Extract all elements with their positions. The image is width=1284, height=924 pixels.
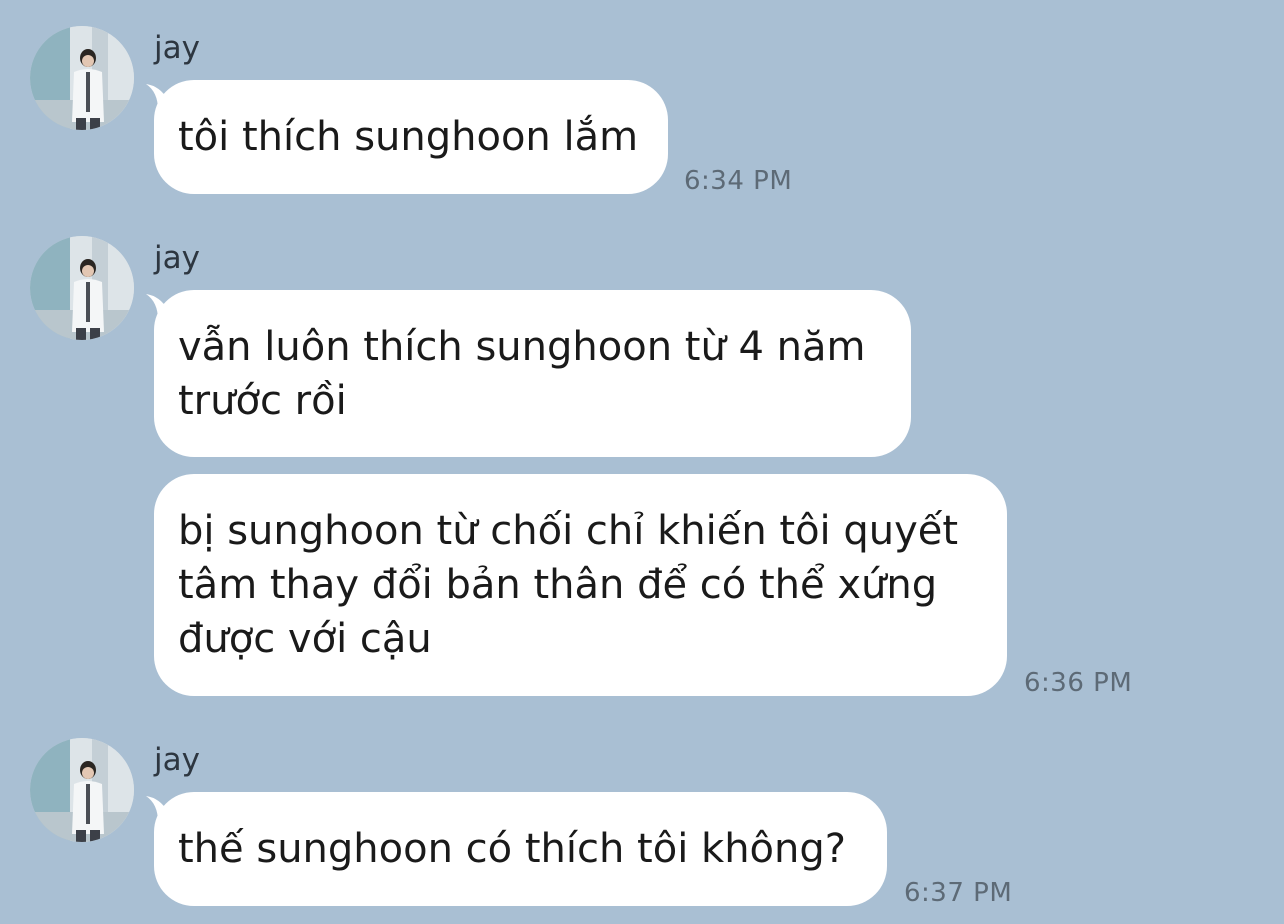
message-text: vẫn luôn thích sunghoon từ 4 năm trước r… [178,323,866,424]
message-bubble[interactable]: vẫn luôn thích sunghoon từ 4 năm trước r… [154,290,911,457]
message-text: tôi thích sunghoon lắm [178,114,639,160]
timestamp: 6:34 PM [684,166,793,196]
profile-photo-icon[interactable] [30,236,134,340]
sender-name: jay [154,742,200,778]
message-bubble[interactable]: thế sunghoon có thích tôi không? [154,792,887,906]
sender-name: jay [154,240,200,276]
timestamp: 6:37 PM [904,878,1013,908]
message-text: thế sunghoon có thích tôi không? [178,826,846,872]
message-text: bị sunghoon từ chối chỉ khiến tôi quyết … [178,508,959,662]
message-bubble[interactable]: tôi thích sunghoon lắm [154,80,668,194]
message-bubble[interactable]: bị sunghoon từ chối chỉ khiến tôi quyết … [154,474,1007,696]
profile-photo-icon[interactable] [30,26,134,130]
sender-name: jay [154,30,200,66]
timestamp: 6:36 PM [1024,668,1133,698]
profile-photo-icon[interactable] [30,738,134,842]
